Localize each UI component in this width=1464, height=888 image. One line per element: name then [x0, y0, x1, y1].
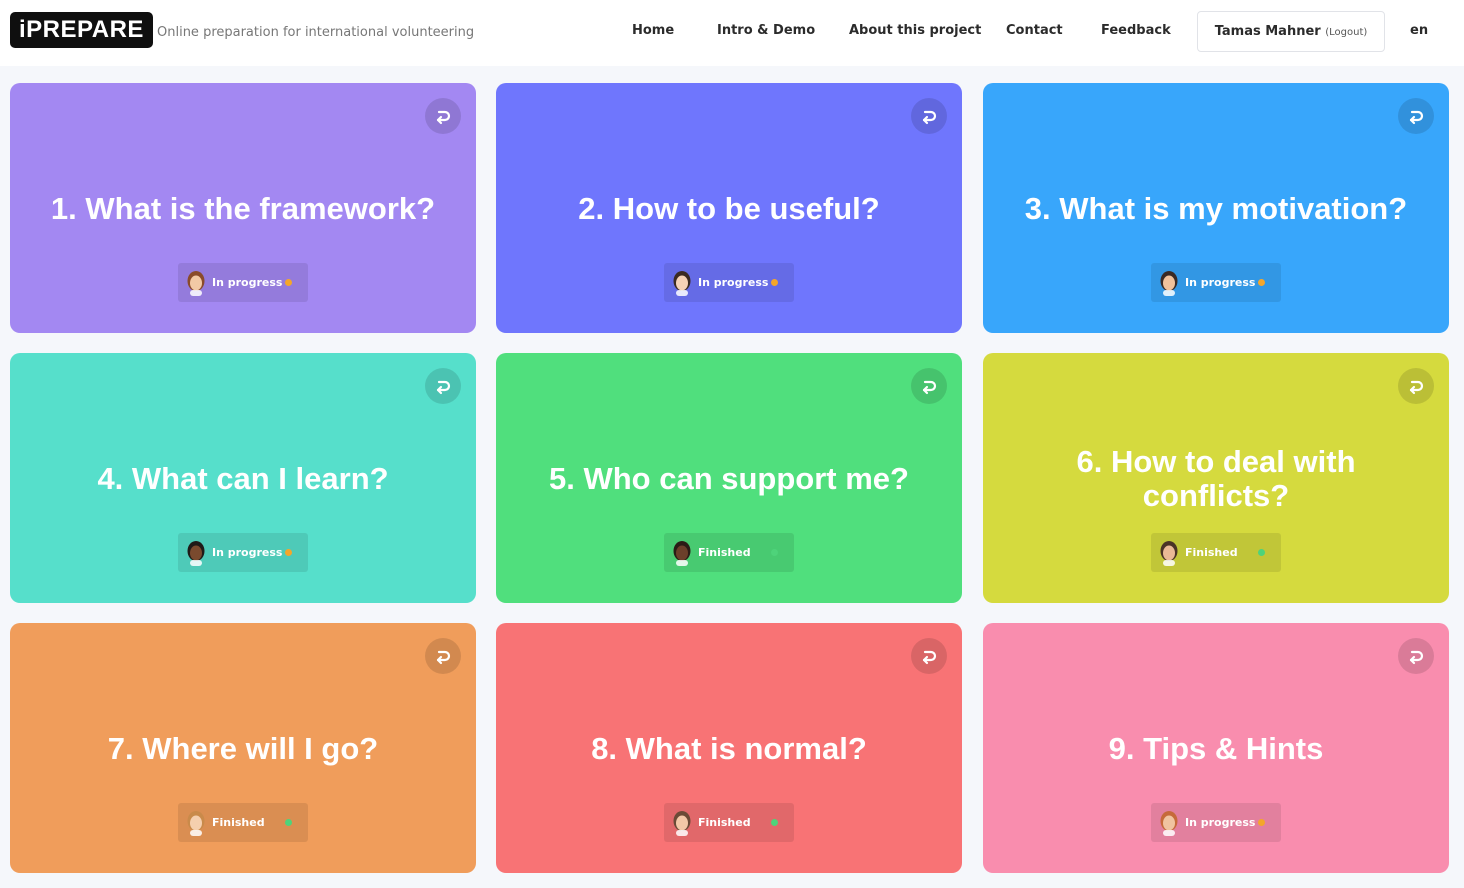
status-dot — [285, 549, 292, 556]
replay-icon[interactable] — [911, 368, 947, 404]
user-name: Tamas Mahner — [1214, 24, 1321, 39]
status-label: In progress — [212, 546, 283, 559]
status-badge: Finished — [178, 803, 308, 842]
status-label: In progress — [1185, 276, 1256, 289]
module-title: 4. What can I learn? — [97, 461, 389, 496]
status-badge: Finished — [664, 803, 794, 842]
nav-home[interactable]: Home — [632, 23, 674, 38]
avatar-woman-dark-skin — [672, 540, 692, 566]
status-label: Finished — [1185, 546, 1238, 559]
status-dot — [1258, 549, 1265, 556]
status-label: In progress — [1185, 816, 1256, 829]
status-label: In progress — [698, 276, 769, 289]
replay-icon[interactable] — [911, 98, 947, 134]
avatar-man-short-hair — [672, 270, 692, 296]
module-card-9[interactable]: 9. Tips & Hints In progress — [983, 623, 1449, 873]
module-title: 3. What is my motivation? — [1024, 191, 1408, 226]
avatar-woman-curly-hair — [1159, 270, 1179, 296]
module-card-5[interactable]: 5. Who can support me? Finished — [496, 353, 962, 603]
module-card-2[interactable]: 2. How to be useful? In progress — [496, 83, 962, 333]
replay-icon[interactable] — [425, 98, 461, 134]
module-title: 5. Who can support me? — [549, 461, 909, 496]
module-card-6[interactable]: 6. How to deal with conflicts? Finished — [983, 353, 1449, 603]
status-badge: Finished — [664, 533, 794, 572]
status-dot — [771, 279, 778, 286]
status-dot — [771, 549, 778, 556]
module-title: 6. How to deal with conflicts? — [1076, 444, 1356, 513]
status-dot — [1258, 819, 1265, 826]
module-card-4[interactable]: 4. What can I learn? In progress — [10, 353, 476, 603]
replay-icon[interactable] — [425, 368, 461, 404]
nav-about-project[interactable]: About this project — [849, 23, 981, 38]
status-dot — [285, 279, 292, 286]
status-dot — [1258, 279, 1265, 286]
status-badge: In progress — [1151, 803, 1281, 842]
status-label: Finished — [212, 816, 265, 829]
replay-icon[interactable] — [1398, 98, 1434, 134]
app-logo[interactable]: iPREPARE — [10, 12, 153, 48]
status-badge: In progress — [664, 263, 794, 302]
avatar-woman-blonde — [186, 810, 206, 836]
avatar-man-curly-hair — [672, 810, 692, 836]
nav-feedback[interactable]: Feedback — [1101, 23, 1171, 38]
user-box: Tamas Mahner (Logout) — [1197, 11, 1385, 52]
replay-icon[interactable] — [425, 638, 461, 674]
status-label: Finished — [698, 546, 751, 559]
module-card-1[interactable]: 1. What is the framework? In progress — [10, 83, 476, 333]
avatar-woman-long-hair — [186, 270, 206, 296]
status-dot — [285, 819, 292, 826]
nav-contact[interactable]: Contact — [1006, 23, 1063, 38]
module-title: 8. What is normal? — [591, 731, 867, 766]
avatar-woman-red-hair — [1159, 810, 1179, 836]
status-badge: Finished — [1151, 533, 1281, 572]
nav-intro-demo[interactable]: Intro & Demo — [717, 23, 815, 38]
module-card-3[interactable]: 3. What is my motivation? In progress — [983, 83, 1449, 333]
avatar-man-dark-skin — [186, 540, 206, 566]
status-label: In progress — [212, 276, 283, 289]
top-header: iPREPARE Online preparation for internat… — [0, 0, 1464, 66]
replay-icon[interactable] — [1398, 638, 1434, 674]
status-badge: In progress — [178, 533, 308, 572]
module-card-8[interactable]: 8. What is normal? Finished — [496, 623, 962, 873]
module-title: 1. What is the framework? — [50, 191, 436, 226]
status-label: Finished — [698, 816, 751, 829]
module-title: 7. Where will I go? — [107, 731, 379, 766]
replay-icon[interactable] — [1398, 368, 1434, 404]
status-badge: In progress — [1151, 263, 1281, 302]
app-tagline: Online preparation for international vol… — [157, 25, 475, 40]
module-title: 9. Tips & Hints — [1108, 731, 1324, 766]
avatar-man-beard — [1159, 540, 1179, 566]
replay-icon[interactable] — [911, 638, 947, 674]
language-selector[interactable]: en — [1410, 23, 1428, 38]
module-card-7[interactable]: 7. Where will I go? Finished — [10, 623, 476, 873]
module-title: 2. How to be useful? — [578, 191, 880, 226]
status-dot — [771, 819, 778, 826]
logout-link[interactable]: (Logout) — [1325, 27, 1367, 38]
status-badge: In progress — [178, 263, 308, 302]
